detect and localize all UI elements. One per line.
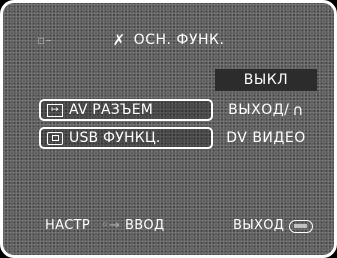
menu-item-value: DV ВИДЕО bbox=[226, 130, 306, 146]
menu-item-av-jack[interactable]: ↦ AV РАЗЪЕМ bbox=[39, 99, 213, 121]
top-mark: ▫– bbox=[37, 33, 53, 47]
camcorder-screen: ▫– ✗ ОСН. ФУНК. ВЫКЛ ↦ AV РАЗЪЕМ ВЫХОД/ … bbox=[0, 0, 337, 258]
menu-item-label: AV РАЗЪЕМ bbox=[69, 102, 154, 118]
menu-item-value: ВЫХОД/ ∩ bbox=[228, 101, 304, 119]
usb-icon bbox=[47, 131, 63, 145]
title-bar: ▫– ✗ ОСН. ФУНК. bbox=[3, 29, 334, 51]
menu-item-dimmed[interactable] bbox=[39, 69, 213, 91]
exit-label: ВЫХОД bbox=[233, 218, 285, 233]
menu-item-usb-function[interactable]: USB ФУНКЦ. bbox=[39, 127, 213, 149]
footer-bar: НАСТР ◦→ ВВОД ВЫХОД bbox=[3, 215, 334, 237]
wrench-icon: ✗ bbox=[112, 31, 126, 49]
enter-label: ВВОД bbox=[125, 218, 165, 233]
menu-row-usb-function[interactable]: USB ФУНКЦ. DV ВИДЕО bbox=[39, 127, 317, 151]
setup-label: НАСТР bbox=[45, 218, 91, 233]
menu-row-1[interactable]: ВЫКЛ bbox=[39, 69, 317, 93]
menu-item-value: ВЫКЛ bbox=[215, 69, 317, 91]
headphones-icon: ∩ bbox=[292, 101, 304, 119]
av-jack-icon: ↦ bbox=[47, 103, 63, 117]
menu-item-label: USB ФУНКЦ. bbox=[69, 130, 161, 146]
menu-row-av-jack[interactable]: ↦ AV РАЗЪЕМ ВЫХОД/ ∩ bbox=[39, 99, 317, 123]
page-title: ОСН. ФУНК. bbox=[133, 32, 225, 48]
joystick-icon: ◦→ bbox=[101, 218, 121, 233]
menu-button-icon bbox=[289, 220, 313, 233]
